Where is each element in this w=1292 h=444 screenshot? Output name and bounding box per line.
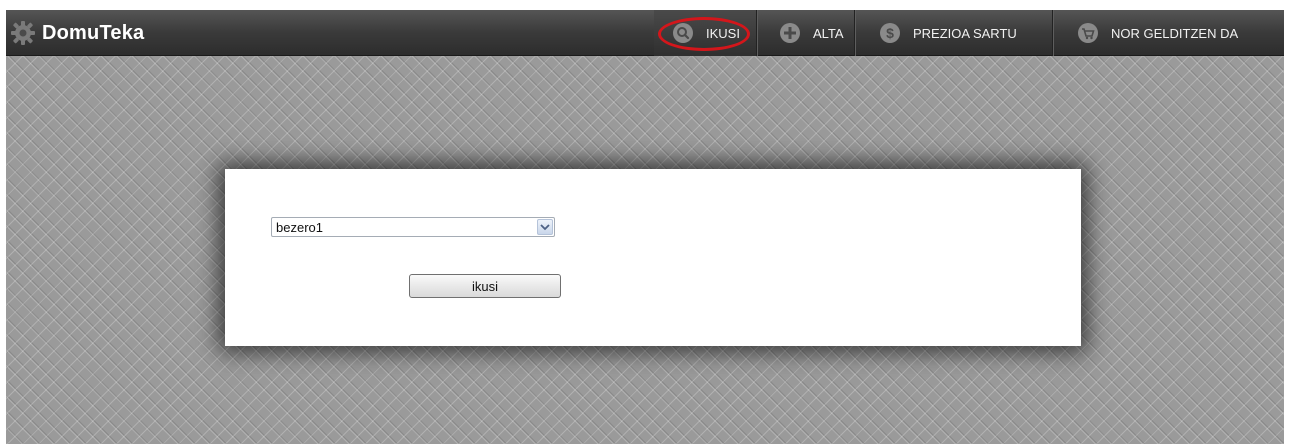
client-select-value: bezero1 xyxy=(276,219,323,235)
gear-icon xyxy=(10,20,36,46)
app-window: DomuTeka IKUSI ALTA $ PREZIOA SARTU NOR … xyxy=(6,10,1284,444)
nav-item-label: NOR GELDITZEN DA xyxy=(1111,25,1239,41)
dollar-icon: $ xyxy=(879,22,901,44)
nav-item-ikusi[interactable]: IKUSI xyxy=(654,10,756,56)
nav-item-label: ALTA xyxy=(813,25,844,41)
nav-item-label: PREZIOA SARTU xyxy=(913,25,1017,41)
plus-icon xyxy=(779,22,801,44)
nav-item-alta[interactable]: ALTA xyxy=(756,10,854,56)
svg-text:$: $ xyxy=(886,25,894,41)
nav-item-prezioa-sartu[interactable]: $ PREZIOA SARTU xyxy=(854,10,1052,56)
search-icon xyxy=(672,22,694,44)
nav-item-label: IKUSI xyxy=(706,25,740,41)
app-title: DomuTeka xyxy=(42,21,145,44)
top-navbar: DomuTeka IKUSI ALTA $ PREZIOA SARTU NOR … xyxy=(6,10,1284,56)
client-select-dialog: bezero1 ikusi xyxy=(225,169,1081,346)
chevron-down-icon[interactable] xyxy=(537,219,553,235)
ikusi-button[interactable]: ikusi xyxy=(409,274,561,298)
brand[interactable]: DomuTeka xyxy=(6,10,144,56)
main-content: bezero1 ikusi xyxy=(6,56,1284,444)
cart-icon xyxy=(1077,22,1099,44)
client-select[interactable]: bezero1 xyxy=(271,217,555,237)
nav-item-nor-gelditzen-da[interactable]: NOR GELDITZEN DA xyxy=(1052,10,1278,56)
